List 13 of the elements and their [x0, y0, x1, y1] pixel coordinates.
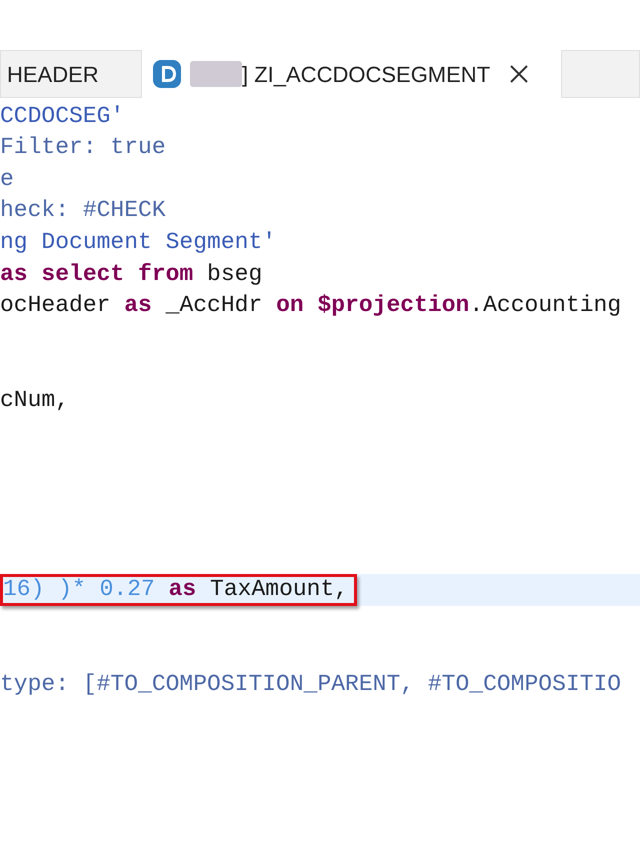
code-line: e	[0, 164, 15, 194]
close-icon[interactable]	[508, 63, 530, 85]
editor-tab[interactable]: HEADER	[0, 50, 142, 98]
code-line: cNum,	[0, 386, 70, 415]
code-line: Filter: true	[0, 133, 167, 162]
document-icon	[152, 59, 182, 89]
code-line: CCDOCSEG'	[0, 102, 126, 131]
code-line: ng Document Segment'	[0, 228, 278, 257]
code-line: type: [#TO_COMPOSITION_PARENT, #TO_COMPOSITIO	[0, 670, 622, 700]
code-line: ocHeader as _AccHdr on $projection.Accounting	[0, 291, 622, 320]
code-line: heck: #CHECK	[0, 196, 167, 226]
code-line: as select from bseg	[0, 260, 264, 289]
redacted-block	[190, 61, 242, 87]
